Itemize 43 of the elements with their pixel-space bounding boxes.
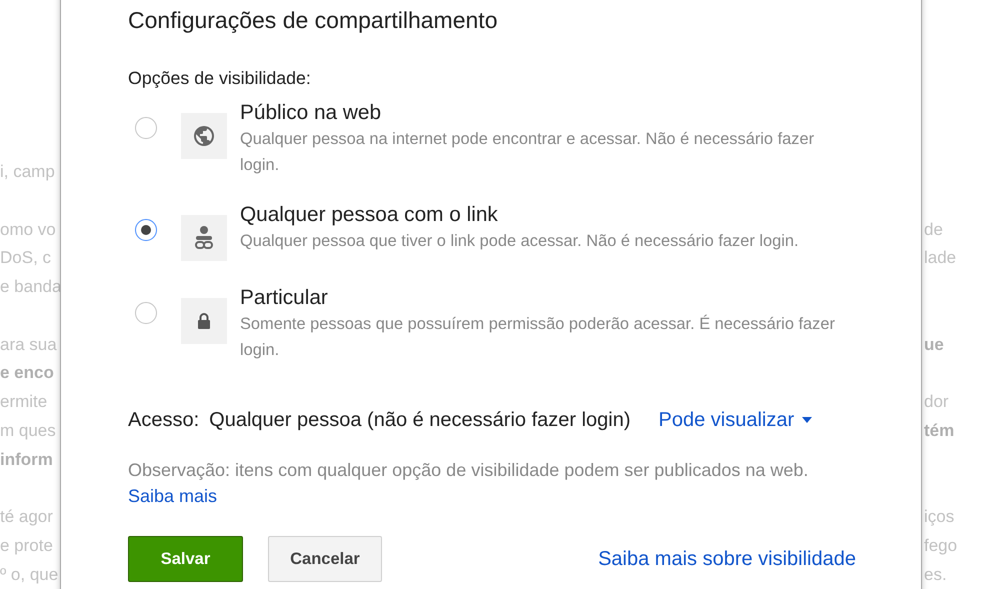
background-text-fragment: i, camp (0, 161, 55, 183)
access-value: Qualquer pessoa (não é necessário fazer login) (209, 408, 631, 433)
background-text-fragment: º o, que (0, 564, 58, 586)
option-description: Somente pessoas que possuírem permissão poderão acessar. É necessário fazer login. (240, 314, 836, 361)
background-text-fragment: e banda (0, 276, 62, 298)
radio-button[interactable] (135, 302, 157, 324)
access-label: Acesso: (128, 408, 200, 433)
option-description: Qualquer pessoa que tiver o link pode acessar. Não é necessário fazer login. (240, 231, 800, 252)
background-text-fragment: ue (924, 334, 944, 356)
dialog-title: Configurações de compartilhamento (128, 6, 498, 34)
learn-more-link[interactable]: Saiba mais (128, 486, 218, 506)
option-title: Particular (240, 285, 329, 311)
background-text-fragment: lade (924, 247, 956, 270)
background-text-fragment: inform (0, 448, 53, 470)
background-text-fragment: tém (924, 420, 954, 442)
person-link-icon (193, 225, 215, 251)
background-text-fragment: es. (924, 564, 947, 586)
radio-button[interactable] (135, 219, 157, 241)
radio-button[interactable] (135, 117, 157, 139)
lock-icon (197, 313, 211, 329)
option-description: Qualquer pessoa na internet pode encontrar e acessar. Não é necessário fazer login. (240, 129, 816, 176)
visibility-note: Observação: itens com qualquer opção de visibilidade podem ser publicados na web. Saiba mais (128, 459, 810, 508)
background-text-fragment: e enco (0, 362, 54, 384)
background-text-fragment: té agor (0, 506, 53, 528)
background-text-fragment: m ques (0, 420, 56, 442)
background-text-fragment: e prote (0, 534, 53, 557)
background-text-fragment: omo vo (0, 218, 56, 241)
background-text-fragment: iços (924, 506, 954, 528)
background-text-fragment: fego (924, 534, 958, 557)
save-button[interactable]: Salvar (128, 536, 243, 582)
option-title: Público na web (240, 100, 382, 126)
visibility-help-link[interactable]: Saiba mais sobre visibilidade (598, 548, 856, 570)
option-title: Qualquer pessoa com o link (240, 202, 499, 228)
globe-icon (192, 124, 216, 148)
visibility-label: Opções de visibilidade: (128, 67, 312, 90)
background-text-fragment: dor (924, 391, 949, 414)
background-text-fragment: ara sua (0, 334, 57, 356)
background-text-fragment: de (924, 218, 943, 241)
permission-dropdown[interactable]: Pode visualizar (658, 407, 812, 433)
caret-icon (802, 417, 812, 423)
cancel-button[interactable]: Cancelar (268, 536, 382, 582)
background-text-fragment: ermite (0, 391, 48, 414)
background-text-fragment: DoS, c (0, 247, 52, 270)
